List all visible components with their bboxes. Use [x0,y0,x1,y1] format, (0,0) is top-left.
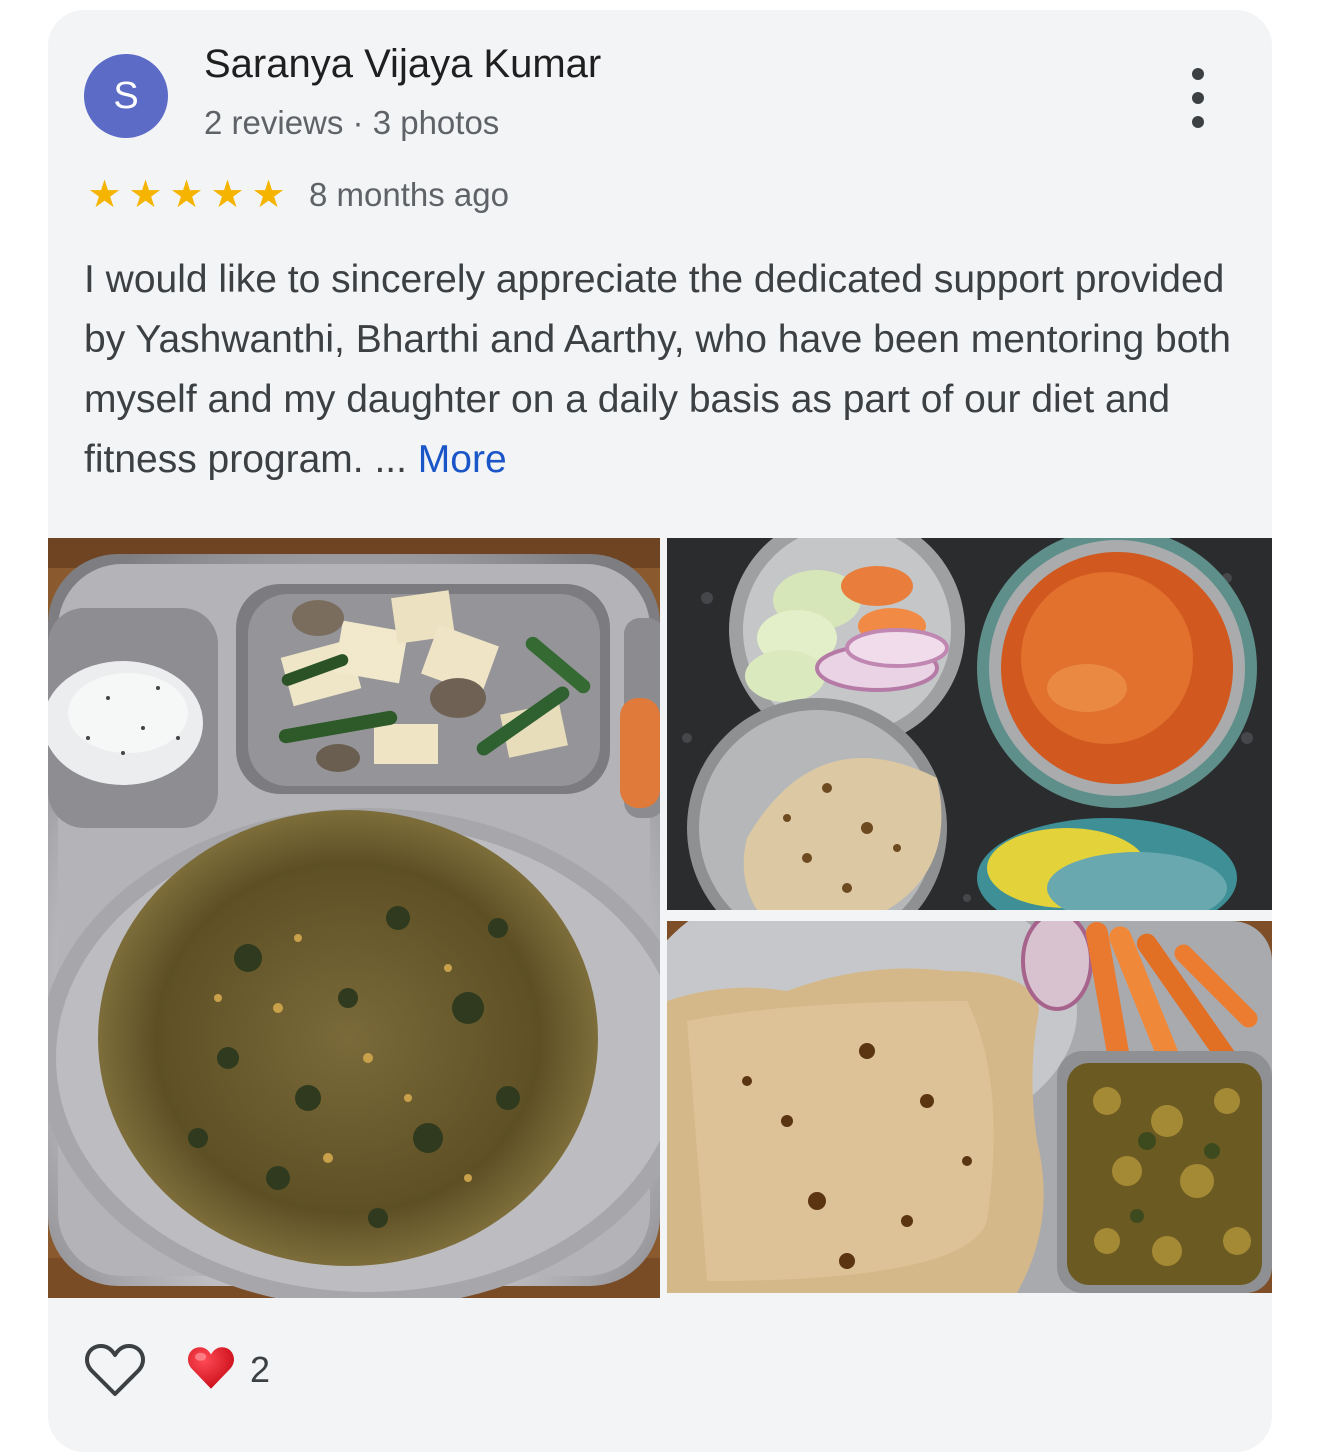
reaction-summary[interactable]: 2 [186,1344,270,1397]
reaction-count: 2 [250,1349,271,1390]
review-card: S Saranya Vijaya Kumar 2 reviews · 3 pho… [48,10,1272,1452]
reviewer-avatar[interactable]: S [84,54,168,138]
review-time: 8 months ago [309,176,509,213]
avatar-initial: S [113,74,139,117]
rating-row: ★ ★ ★ ★ ★ 8 months ago [84,173,509,217]
reaction-bar: 2 [84,1340,270,1400]
heart-outline-icon[interactable] [84,1340,146,1400]
photo-gallery [48,538,1272,1298]
review-photo-1[interactable] [48,538,660,1298]
star-icon: ★ [210,174,245,216]
star-icon: ★ [87,174,122,216]
reviewer-name[interactable]: Saranya Vijaya Kumar [204,42,601,87]
red-heart-icon [186,1344,236,1397]
star-icon: ★ [169,174,204,216]
star-rating: ★ ★ ★ ★ ★ [84,176,289,214]
review-photo-2[interactable] [667,538,1272,910]
star-icon: ★ [128,174,163,216]
review-photo-3[interactable] [667,921,1272,1293]
review-body: I would like to sincerely appreciate the… [84,258,1231,481]
reviewer-meta: 2 reviews · 3 photos [204,104,500,141]
review-text: I would like to sincerely appreciate the… [84,250,1234,490]
star-icon: ★ [251,174,286,216]
more-link[interactable]: More [418,438,507,481]
more-options-icon[interactable] [1176,62,1220,134]
